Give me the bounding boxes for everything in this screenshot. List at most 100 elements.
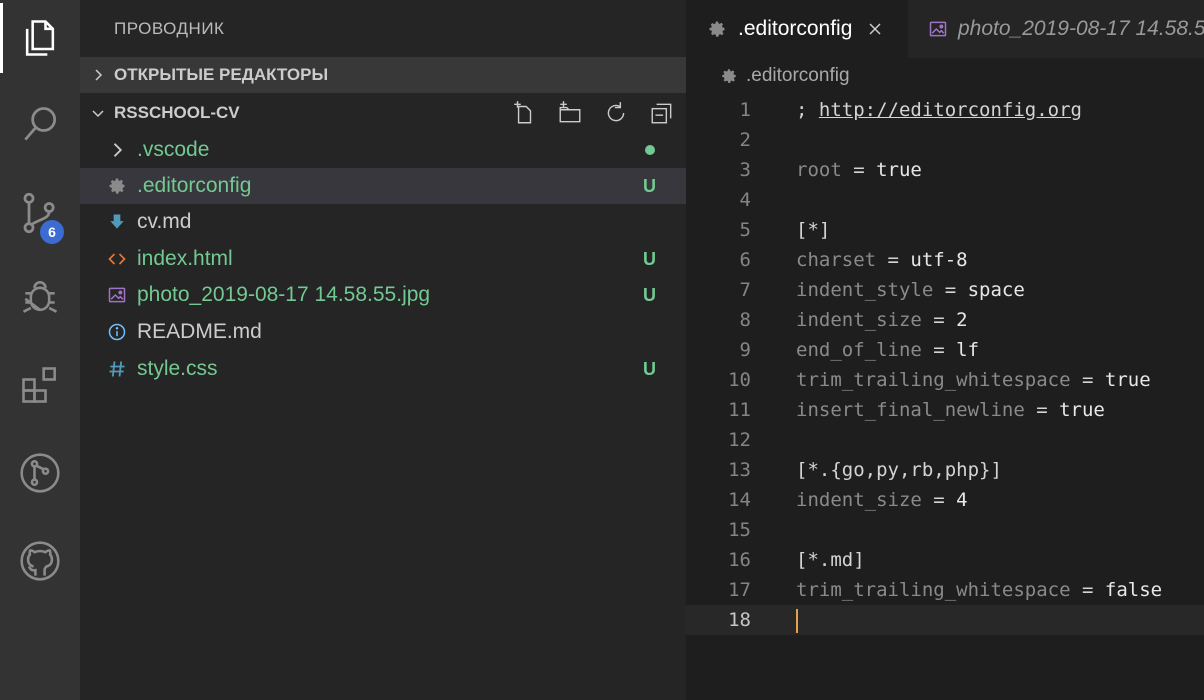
line-text: trim_trailing_whitespace = false	[796, 579, 1163, 601]
code-line[interactable]: 15	[686, 515, 1204, 545]
code-line[interactable]: 5 [*]	[686, 215, 1204, 245]
project-actions	[510, 99, 676, 127]
html-icon	[108, 253, 126, 265]
tab-close-button[interactable]	[864, 18, 886, 40]
code-line[interactable]: 7 indent_style = space	[686, 275, 1204, 305]
code-line[interactable]: 2	[686, 125, 1204, 155]
config-value: 4	[956, 489, 968, 511]
code-line[interactable]: 12	[686, 425, 1204, 455]
source-control-button[interactable]: 6	[0, 178, 80, 248]
code-line[interactable]: 4	[686, 185, 1204, 215]
code-line[interactable]: 16 [*.md]	[686, 545, 1204, 575]
line-number: 10	[728, 369, 751, 391]
config-value: true	[876, 159, 922, 181]
config-key: charset	[796, 249, 877, 271]
new-file-button[interactable]	[510, 99, 538, 127]
new-folder-button[interactable]	[556, 99, 584, 127]
line-text: [*.md]	[796, 549, 865, 571]
config-value: lf	[956, 339, 980, 361]
comment-link[interactable]: http://editorconfig.org	[819, 99, 1082, 121]
explorer-button[interactable]	[0, 3, 80, 73]
files-icon	[25, 20, 55, 56]
chevron-down-icon	[92, 110, 104, 118]
code-line[interactable]: 11 insert_final_newline = true	[686, 395, 1204, 425]
line-number: 13	[728, 459, 751, 481]
line-text: [*]	[796, 219, 831, 241]
config-key: trim_trailing_whitespace	[796, 369, 1071, 391]
line-number: 11	[728, 399, 751, 421]
tree-item-label: .editorconfig	[137, 174, 252, 197]
tree-item-photo[interactable]: photo_2019-08-17 14.58.55.jpg U	[80, 277, 686, 313]
config-key: indent_size	[796, 489, 922, 511]
tree-item-vscode[interactable]: .vscode	[80, 132, 686, 168]
line-number: 4	[739, 189, 751, 211]
chevron-right-icon	[113, 143, 123, 157]
tab-label: .editorconfig	[738, 17, 853, 40]
chevron-right-icon	[95, 69, 103, 81]
code-line[interactable]: 17 trim_trailing_whitespace = false	[686, 575, 1204, 605]
line-number: 15	[728, 519, 751, 541]
git-graph-button[interactable]	[0, 438, 80, 508]
tree-item-style-css[interactable]: style.css U	[80, 351, 686, 387]
line-text: insert_final_newline = true	[796, 399, 1105, 421]
code-line[interactable]: 18	[686, 605, 1204, 635]
github-icon	[20, 541, 60, 581]
line-number: 9	[739, 339, 751, 361]
collapse-all-icon	[651, 103, 672, 124]
config-key: root	[796, 159, 842, 181]
explorer-sidebar: ПРОВОДНИК ОТКРЫТЫЕ РЕДАКТОРЫ RSSCHOOL-CV…	[80, 0, 686, 700]
search-icon	[24, 107, 57, 141]
tree-item-label: index.html	[137, 247, 233, 270]
code-editor[interactable]: 1 ; http://editorconfig.org 2 3 root = true 4…	[686, 95, 1204, 635]
code-line[interactable]: 8 indent_size = 2	[686, 305, 1204, 335]
config-value: space	[967, 279, 1025, 301]
project-section[interactable]: RSSCHOOL-CV	[80, 95, 686, 131]
git-status: U	[643, 175, 656, 196]
config-key: end_of_line	[796, 339, 922, 361]
code-line[interactable]: 9 end_of_line = lf	[686, 335, 1204, 365]
line-number: 1	[739, 99, 751, 121]
open-editors-section[interactable]: ОТКРЫТЫЕ РЕДАКТОРЫ	[80, 57, 686, 93]
tab-photo[interactable]: photo_2019-08-17 14.58.55.jpg	[908, 0, 1204, 58]
refresh-icon	[607, 102, 625, 122]
line-text: indent_size = 2	[796, 309, 968, 331]
line-text: [*.{go,py,rb,php}]	[796, 459, 1002, 481]
activity-bar: 6	[0, 0, 80, 700]
git-status: U	[643, 248, 656, 269]
code-line[interactable]: 3 root = true	[686, 155, 1204, 185]
search-button[interactable]	[0, 90, 80, 160]
line-number: 5	[739, 219, 751, 241]
tree-item-label: .vscode	[137, 138, 210, 161]
tree-item-label: photo_2019-08-17 14.58.55.jpg	[137, 283, 431, 306]
close-icon	[869, 23, 881, 35]
info-icon	[108, 323, 126, 341]
config-key: insert_final_newline	[796, 399, 1025, 421]
refresh-button[interactable]	[602, 99, 630, 127]
code-line[interactable]: 10 trim_trailing_whitespace = true	[686, 365, 1204, 395]
tree-item-label: style.css	[137, 357, 218, 380]
debug-button[interactable]	[0, 262, 80, 332]
code-line[interactable]: 1 ; http://editorconfig.org	[686, 95, 1204, 125]
line-text: ; http://editorconfig.org	[796, 99, 1082, 121]
line-text: charset = utf-8	[796, 249, 968, 271]
text-cursor	[796, 609, 798, 633]
code-line[interactable]: 14 indent_size = 4	[686, 485, 1204, 515]
tree-item-readme[interactable]: README.md	[80, 314, 686, 350]
extensions-button[interactable]	[0, 350, 80, 420]
tree-item-cv-md[interactable]: cv.md	[80, 204, 686, 240]
github-button[interactable]	[0, 526, 80, 596]
tree-item-editorconfig[interactable]: .editorconfig U	[80, 168, 686, 204]
source-control-badge: 6	[40, 220, 64, 244]
line-text: indent_size = 4	[796, 489, 968, 511]
tree-item-index-html[interactable]: index.html U	[80, 241, 686, 277]
breadcrumb[interactable]: .editorconfig	[720, 64, 850, 88]
collapse-all-button[interactable]	[648, 99, 676, 127]
line-number: 16	[728, 549, 751, 571]
line-number: 8	[739, 309, 751, 331]
gear-icon	[709, 21, 725, 37]
code-line[interactable]: 13 [*.{go,py,rb,php}]	[686, 455, 1204, 485]
tab-editorconfig[interactable]: .editorconfig	[686, 0, 908, 58]
line-number: 7	[739, 279, 751, 301]
code-line[interactable]: 6 charset = utf-8	[686, 245, 1204, 275]
config-key: indent_style	[796, 279, 934, 301]
